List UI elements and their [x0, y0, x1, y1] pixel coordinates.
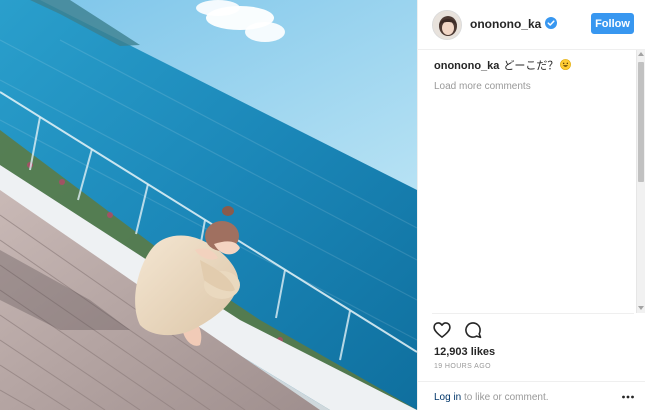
- heart-icon[interactable]: [432, 320, 452, 340]
- login-prompt: Log in to like or comment.: [434, 392, 549, 403]
- login-prompt-text: to like or comment.: [461, 392, 549, 403]
- instagram-post: ononono_ka Follow ononono_ka どーこだ？ Load m…: [0, 0, 645, 410]
- divider: [432, 313, 634, 314]
- avatar-image: [433, 11, 461, 39]
- verified-badge-icon: [545, 17, 557, 29]
- scroll-down-arrow-icon[interactable]: [638, 306, 644, 310]
- comments-list: ononono_ka どーこだ？ Load more comments: [434, 59, 634, 92]
- login-link[interactable]: Log in: [434, 392, 461, 403]
- speech-bubble-icon[interactable]: [463, 320, 483, 340]
- post-side-panel: ononono_ka Follow ononono_ka どーこだ？ Load m…: [417, 0, 645, 410]
- likes-count[interactable]: 12,903 likes: [434, 346, 495, 358]
- avatar[interactable]: [432, 10, 462, 40]
- caption-text: どーこだ？: [503, 60, 559, 72]
- follow-button[interactable]: Follow: [591, 13, 634, 34]
- scroll-up-arrow-icon[interactable]: [638, 52, 644, 56]
- username-link[interactable]: ononono_ka: [470, 17, 541, 31]
- caption: ononono_ka どーこだ？: [434, 59, 634, 74]
- login-bar: Log in to like or comment.: [418, 381, 645, 410]
- post-header: ononono_ka Follow: [418, 0, 645, 50]
- post-photo[interactable]: [0, 0, 417, 410]
- ellipsis-icon[interactable]: [621, 390, 635, 404]
- load-more-comments-link[interactable]: Load more comments: [434, 81, 634, 92]
- scrollbar-thumb[interactable]: [638, 62, 644, 182]
- photo-illustration: [0, 0, 417, 410]
- caption-username[interactable]: ononono_ka: [434, 60, 499, 72]
- grinning-face-emoji: [560, 59, 572, 70]
- post-timestamp[interactable]: 19 HOURS AGO: [434, 363, 491, 370]
- post-actions: [432, 320, 483, 340]
- comments-scrollbar[interactable]: [636, 50, 645, 313]
